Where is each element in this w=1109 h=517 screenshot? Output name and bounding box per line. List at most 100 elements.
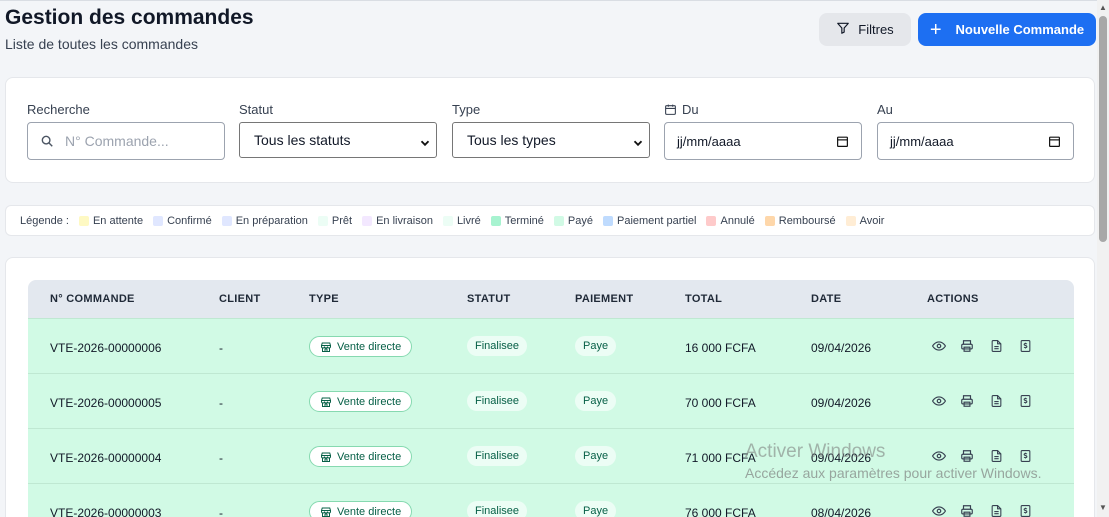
legend-title: Légende : <box>20 214 69 227</box>
order-date: 09/04/2026 <box>811 341 872 355</box>
document-icon[interactable] <box>988 393 1004 409</box>
view-icon[interactable] <box>931 393 947 409</box>
type-badge-label: Vente directe <box>337 505 402 517</box>
calendar-icon[interactable] <box>1048 135 1061 148</box>
view-icon[interactable] <box>931 448 947 464</box>
store-icon <box>320 341 332 353</box>
invoice-icon[interactable] <box>1017 448 1033 464</box>
vertical-scrollbar[interactable]: ▲ ▼ <box>1097 0 1109 517</box>
orders-table: N° COMMANDE CLIENT TYPE STATUT PAIEMENT … <box>28 280 1074 517</box>
type-select[interactable]: Tous les types <box>452 122 650 158</box>
search-icon <box>40 134 54 148</box>
page-header: Gestion des commandes Liste de toutes le… <box>0 1 1097 71</box>
document-icon[interactable] <box>988 448 1004 464</box>
payment-badge: Paye <box>575 336 617 356</box>
scrollbar-thumb[interactable] <box>1099 16 1107 242</box>
status-badge: Finalisee <box>467 446 528 466</box>
invoice-icon[interactable] <box>1017 393 1033 409</box>
type-badge: Vente directe <box>309 501 413 517</box>
filters-button[interactable]: Filtres <box>819 13 911 46</box>
legend-swatch <box>78 215 89 226</box>
table-row[interactable]: VTE-2026-00000005 - Vente directe Finalisee… <box>28 373 1074 428</box>
document-icon[interactable] <box>988 338 1004 354</box>
view-icon[interactable] <box>931 503 947 517</box>
type-label: Type <box>452 102 481 117</box>
col-payment[interactable]: PAIEMENT <box>575 293 633 305</box>
col-type[interactable]: TYPE <box>309 293 339 305</box>
legend-item: Annulé <box>706 215 755 227</box>
calendar-icon[interactable] <box>836 135 849 148</box>
client-name: - <box>219 506 223 517</box>
legend-item: En livraison <box>362 215 433 227</box>
search-placeholder: N° Commande... <box>65 133 169 149</box>
status-badge: Finalisee <box>467 336 528 356</box>
print-icon[interactable] <box>959 393 975 409</box>
print-icon[interactable] <box>959 338 975 354</box>
order-total: 76 000 FCFA <box>685 506 756 517</box>
view-icon[interactable] <box>931 338 947 354</box>
legend-item: Remboursé <box>764 214 836 227</box>
date-from-value: jj/mm/aaaa <box>677 133 741 149</box>
table-body: VTE-2026-00000006 - Vente directe Finalisee… <box>28 318 1074 517</box>
type-badge-label: Vente directe <box>337 450 402 463</box>
legend-label: Confirmé <box>167 214 212 227</box>
search-input[interactable]: N° Commande... <box>27 122 225 160</box>
legend-swatch <box>602 215 613 226</box>
date-to-input[interactable]: jj/mm/aaaa <box>877 122 1074 160</box>
status-badge: Finalisee <box>467 501 528 517</box>
col-date[interactable]: DATE <box>811 293 841 305</box>
legend-items: En attente Confirmé En préparation Prêt En l… <box>78 214 895 227</box>
date-from-input[interactable]: jj/mm/aaaa <box>664 122 862 160</box>
status-select-value: Tous les statuts <box>254 132 351 148</box>
page: Gestion des commandes Liste de toutes le… <box>0 0 1097 517</box>
legend-swatch <box>221 215 232 226</box>
col-order-number[interactable]: N° COMMANDE <box>50 293 135 305</box>
col-actions: ACTIONS <box>927 293 979 305</box>
legend-label: Payé <box>567 214 593 227</box>
legend-item: Confirmé <box>153 215 212 227</box>
legend-swatch <box>153 215 164 226</box>
col-status[interactable]: STATUT <box>467 293 511 305</box>
order-date: 09/04/2026 <box>811 396 872 410</box>
order-number: VTE-2026-00000003 <box>50 506 162 517</box>
store-icon <box>320 396 332 408</box>
client-name: - <box>219 341 223 355</box>
client-name: - <box>219 451 223 465</box>
new-order-button[interactable]: + Nouvelle Commande <box>918 13 1096 46</box>
print-icon[interactable] <box>959 448 975 464</box>
chevron-down-icon <box>633 135 643 151</box>
table-row[interactable]: VTE-2026-00000003 - Vente directe Finalisee… <box>28 483 1074 517</box>
type-select-value: Tous les types <box>467 132 556 148</box>
type-badge: Vente directe <box>309 391 413 412</box>
type-badge-label: Vente directe <box>337 395 402 408</box>
col-total[interactable]: TOTAL <box>685 293 722 305</box>
windows-activation-text: Accédez aux paramètres pour activer Wind… <box>745 465 1042 481</box>
legend-item: Prêt <box>317 214 353 227</box>
legend-item: Terminé <box>490 215 544 227</box>
legend-item: En attente <box>78 215 143 227</box>
print-icon[interactable] <box>959 503 975 517</box>
legend-label: Remboursé <box>778 214 836 227</box>
order-total: 70 000 FCFA <box>685 396 756 410</box>
invoice-icon[interactable] <box>1017 338 1033 354</box>
legend-label: En livraison <box>376 214 433 227</box>
document-icon[interactable] <box>988 503 1004 517</box>
legend-label: Livré <box>456 214 481 227</box>
table-row[interactable]: VTE-2026-00000006 - Vente directe Finalisee… <box>28 318 1074 373</box>
status-select[interactable]: Tous les statuts <box>239 122 437 158</box>
legend-swatch <box>317 215 328 226</box>
status-legend: Légende : En attente Confirmé En préparati… <box>5 205 1095 236</box>
status-badge: Finalisee <box>467 391 528 411</box>
legend-item: Avoir <box>845 215 884 227</box>
legend-label: Prêt <box>331 214 353 227</box>
chevron-down-icon <box>420 135 430 151</box>
type-badge: Vente directe <box>309 446 413 467</box>
legend-item: Livré <box>442 214 481 227</box>
scroll-down-icon[interactable]: ▼ <box>1099 503 1107 512</box>
new-order-button-label: Nouvelle Commande <box>955 22 1085 37</box>
invoice-icon[interactable] <box>1017 503 1033 517</box>
client-name: - <box>219 396 223 410</box>
col-client[interactable]: CLIENT <box>219 293 261 305</box>
legend-swatch <box>553 215 564 226</box>
scroll-up-icon[interactable]: ▲ <box>1099 3 1107 12</box>
